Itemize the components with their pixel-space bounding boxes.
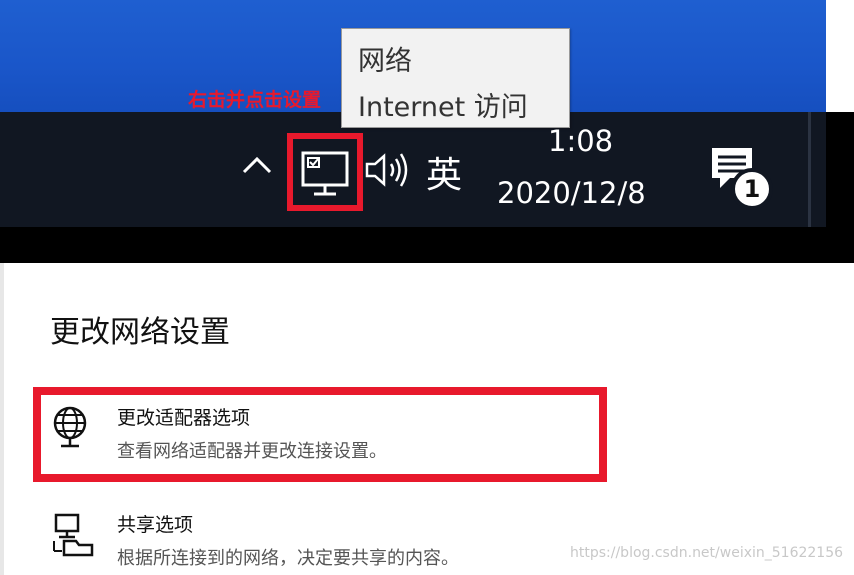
input-method-indicator[interactable]: 英 [426, 146, 462, 198]
sharing-options-description: 根据所连接到的网络，决定要共享的内容。 [117, 548, 459, 569]
chevron-up-icon[interactable] [240, 148, 274, 182]
network-settings-panel: 更改网络设置 更改适配器选项 查看网络适配器并更改连接设置。 共享选项 根据所连… [0, 263, 854, 575]
adapter-options-highlight [33, 387, 607, 482]
screenshot-bottom-border [0, 227, 854, 263]
sharing-icon [53, 513, 94, 557]
desktop-margin [826, 0, 854, 112]
show-desktop-divider[interactable] [808, 112, 811, 227]
clock-time[interactable]: 1:08 [548, 124, 613, 158]
taskbar-margin [826, 112, 854, 227]
sharing-options-title[interactable]: 共享选项 [117, 510, 193, 537]
network-icon-highlight [287, 133, 363, 211]
clock-date[interactable]: 2020/12/8 [497, 176, 646, 210]
tooltip-subtitle: Internet 访问 [358, 92, 528, 123]
notification-count-badge: 1 [731, 168, 773, 210]
panel-title: 更改网络设置 [50, 315, 230, 350]
tooltip-title: 网络 [358, 46, 412, 77]
taskbar [0, 112, 826, 227]
watermark: https://blog.csdn.net/weixin_51622156 [570, 545, 844, 561]
panel-divider [0, 263, 4, 575]
speaker-icon[interactable] [364, 148, 412, 192]
network-tooltip: 网络 Internet 访问 [341, 28, 570, 128]
annotation-label: 右击并点击设置 [188, 89, 322, 111]
